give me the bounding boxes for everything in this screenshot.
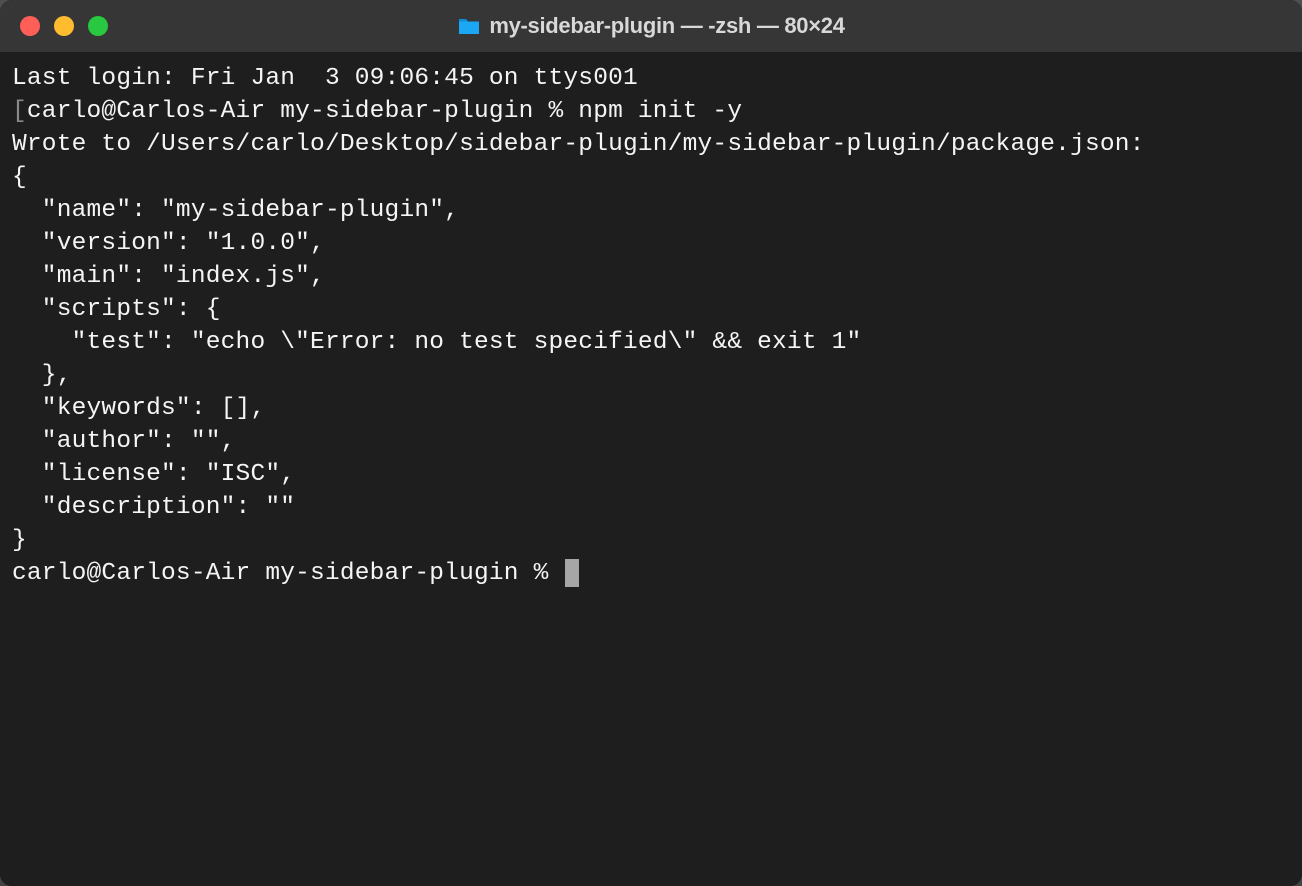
- minimize-button[interactable]: [54, 16, 74, 36]
- output-line-1: Wrote to /Users/carlo/Desktop/sidebar-pl…: [12, 128, 1290, 161]
- window-title: my-sidebar-plugin — -zsh — 80×24: [489, 13, 844, 39]
- command-1: npm init -y: [578, 98, 742, 125]
- json-keywords: "keywords": [],: [12, 392, 1290, 425]
- json-test: "test": "echo \"Error: no test specified…: [12, 326, 1290, 359]
- title-container: my-sidebar-plugin — -zsh — 80×24: [0, 13, 1302, 39]
- json-open: {: [12, 161, 1290, 194]
- terminal-window: my-sidebar-plugin — -zsh — 80×24 Last lo…: [0, 0, 1302, 886]
- json-scripts-close: },: [12, 359, 1290, 392]
- title-bar[interactable]: my-sidebar-plugin — -zsh — 80×24: [0, 0, 1302, 52]
- prompt-2: carlo@Carlos-Air my-sidebar-plugin %: [12, 560, 563, 587]
- command-line-1: [carlo@Carlos-Air my-sidebar-plugin % np…: [12, 95, 1290, 128]
- terminal-body[interactable]: Last login: Fri Jan 3 09:06:45 on ttys00…: [0, 52, 1302, 886]
- json-license: "license": "ISC",: [12, 458, 1290, 491]
- json-main: "main": "index.js",: [12, 260, 1290, 293]
- maximize-button[interactable]: [88, 16, 108, 36]
- json-scripts-open: "scripts": {: [12, 293, 1290, 326]
- prompt-1: carlo@Carlos-Air my-sidebar-plugin %: [27, 98, 578, 125]
- close-button[interactable]: [20, 16, 40, 36]
- json-author: "author": "",: [12, 425, 1290, 458]
- json-version: "version": "1.0.0",: [12, 227, 1290, 260]
- json-name: "name": "my-sidebar-plugin",: [12, 194, 1290, 227]
- json-description: "description": "": [12, 491, 1290, 524]
- traffic-lights: [0, 16, 108, 36]
- last-login-line: Last login: Fri Jan 3 09:06:45 on ttys00…: [12, 62, 1290, 95]
- json-close: }: [12, 524, 1290, 557]
- folder-icon: [457, 16, 481, 36]
- command-line-2: carlo@Carlos-Air my-sidebar-plugin %: [12, 557, 1290, 590]
- bracket-open: [: [12, 98, 27, 125]
- cursor: [565, 559, 579, 587]
